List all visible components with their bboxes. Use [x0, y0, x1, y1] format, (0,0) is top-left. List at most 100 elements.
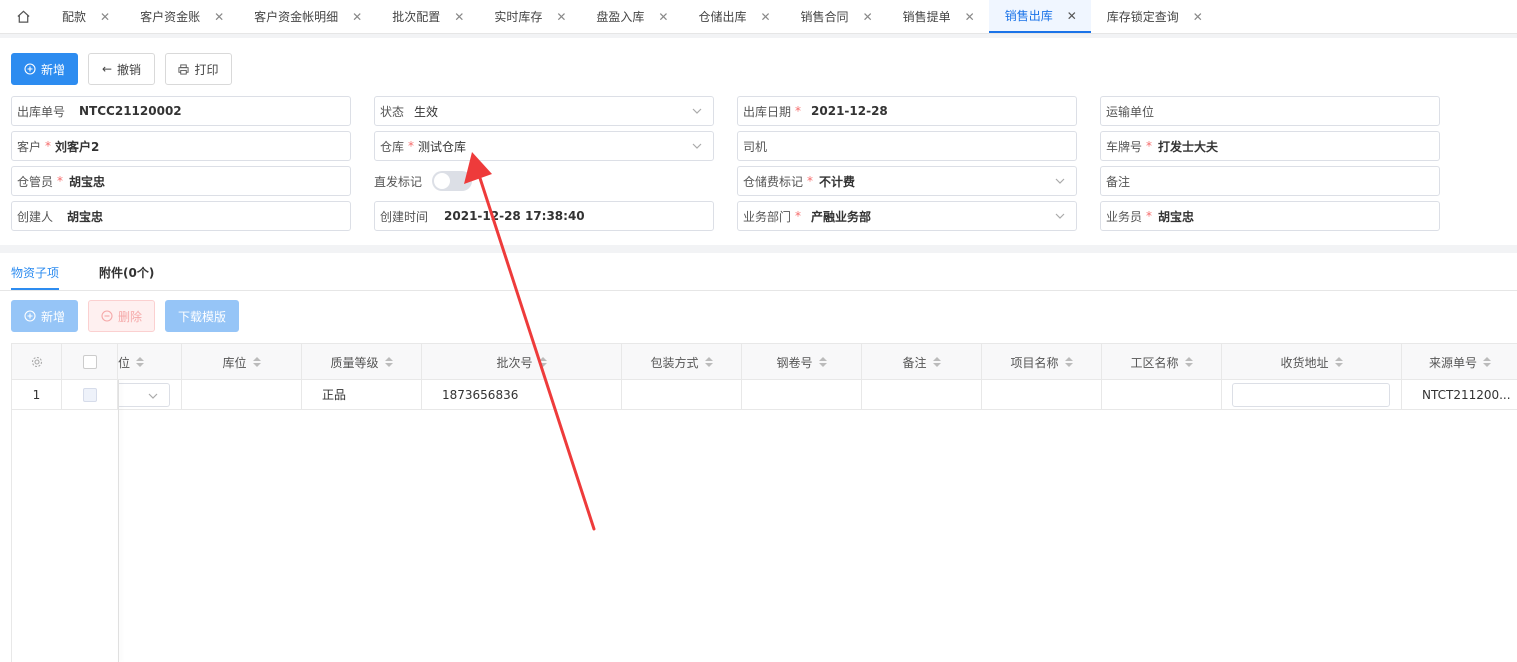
tab-sales-out[interactable]: 销售出库 ✕: [988, 0, 1091, 33]
close-icon[interactable]: ✕: [1067, 9, 1077, 23]
column-batch[interactable]: 批次号: [422, 344, 622, 380]
direct-flag-label: 直发标记: [374, 174, 423, 189]
row-select[interactable]: [62, 380, 118, 409]
sort-icon[interactable]: [1184, 357, 1193, 367]
tab-storage-out[interactable]: 仓储出库 ✕: [682, 0, 784, 33]
required-mark: *: [807, 174, 814, 188]
column-packaging[interactable]: 包装方式: [622, 344, 742, 380]
close-icon[interactable]: ✕: [658, 10, 668, 24]
close-icon[interactable]: ✕: [454, 10, 464, 24]
tab-customer-fund-detail[interactable]: 客户资金帐明细 ✕: [238, 0, 376, 33]
sort-icon[interactable]: [252, 357, 261, 367]
tab-sales-lading[interactable]: 销售提单 ✕: [887, 0, 989, 33]
sort-icon[interactable]: [384, 357, 393, 367]
column-project[interactable]: 项目名称: [982, 344, 1102, 380]
column-settings[interactable]: [12, 344, 62, 380]
tab-attachments[interactable]: 附件(0个): [99, 264, 154, 281]
column-quality[interactable]: 质量等级: [302, 344, 422, 380]
created-time-field[interactable]: 创建时间 2021-12-28 17:38:40: [374, 201, 714, 231]
tab-label: 销售提单: [902, 10, 951, 24]
column-source-no[interactable]: 来源单号: [1402, 344, 1517, 380]
add-button[interactable]: 新增: [11, 53, 78, 85]
transport-unit-field[interactable]: 运输单位: [1100, 96, 1440, 126]
row-checkbox[interactable]: [82, 387, 97, 402]
unit-cell[interactable]: [118, 380, 182, 409]
close-icon[interactable]: ✕: [863, 10, 873, 24]
tab-sales-contract[interactable]: 销售合同 ✕: [785, 0, 887, 33]
location-cell[interactable]: [182, 380, 302, 409]
coil-no-cell[interactable]: [742, 380, 862, 409]
plate-field[interactable]: 车牌号 * 打发士大夫: [1100, 131, 1440, 161]
dept-select[interactable]: 业务部门 * 产融业务部: [737, 201, 1077, 231]
tab-inventory-gain[interactable]: 盘盈入库 ✕: [580, 0, 682, 33]
column-location[interactable]: 库位: [182, 344, 302, 380]
tab-stock-lock-query[interactable]: 库存锁定查询 ✕: [1091, 0, 1217, 33]
sort-icon[interactable]: [1483, 357, 1491, 367]
driver-field[interactable]: 司机: [737, 131, 1077, 161]
unit-select[interactable]: [118, 382, 170, 407]
close-icon[interactable]: ✕: [214, 10, 224, 24]
remark-field[interactable]: 备注: [1100, 166, 1440, 196]
tab-items[interactable]: 物资子项: [11, 264, 59, 281]
sort-icon[interactable]: [136, 357, 145, 367]
column-coil-no[interactable]: 钢卷号: [742, 344, 862, 380]
tab-label: 客户资金帐明细: [254, 10, 339, 24]
item-add-button[interactable]: 新增: [11, 300, 78, 332]
close-icon[interactable]: ✕: [760, 10, 770, 24]
direct-flag-switch[interactable]: [432, 171, 473, 191]
select-all-checkbox[interactable]: [82, 355, 97, 369]
direct-flag-field: 直发标记: [374, 166, 473, 196]
creator-field[interactable]: 创建人 胡宝忠: [11, 201, 351, 231]
status-select[interactable]: 状态 生效: [374, 96, 714, 126]
column-work-area[interactable]: 工区名称: [1102, 344, 1222, 380]
close-icon[interactable]: ✕: [100, 10, 110, 24]
close-icon[interactable]: ✕: [556, 10, 566, 24]
out-no-field[interactable]: 出库单号 NTCC21120002: [11, 96, 351, 126]
sort-icon[interactable]: [932, 357, 941, 367]
warehouse-select[interactable]: 仓库 * 测试仓库: [374, 131, 714, 161]
storage-fee-select[interactable]: 仓储费标记 * 不计费: [737, 166, 1077, 196]
tab-customer-fund[interactable]: 客户资金账 ✕: [124, 0, 238, 33]
tab-realtime-stock[interactable]: 实时库存 ✕: [478, 0, 580, 33]
salesman-field[interactable]: 业务员 * 胡宝忠: [1100, 201, 1440, 231]
warehouse-label: 仓库: [380, 139, 405, 154]
address-input[interactable]: [1232, 382, 1390, 407]
remark-cell[interactable]: [862, 380, 982, 409]
required-mark: *: [408, 139, 415, 153]
item-delete-button[interactable]: 删除: [88, 300, 155, 332]
tab-label: 客户资金账: [140, 10, 201, 24]
close-icon[interactable]: ✕: [965, 10, 975, 24]
sort-icon[interactable]: [704, 357, 713, 367]
sort-icon[interactable]: [818, 357, 827, 367]
tab-peikuan[interactable]: 配款 ✕: [46, 0, 124, 33]
quality-cell: 正品: [302, 380, 422, 409]
project-cell[interactable]: [982, 380, 1102, 409]
close-icon[interactable]: ✕: [352, 10, 362, 24]
out-date-label: 出库日期: [743, 104, 792, 119]
print-button-label: 打印: [194, 62, 219, 77]
column-unit[interactable]: 单位: [118, 344, 182, 380]
download-template-button[interactable]: 下载模版: [165, 300, 239, 332]
out-date-field[interactable]: 出库日期 * 2021-12-28: [737, 96, 1077, 126]
column-address[interactable]: 收货地址: [1222, 344, 1402, 380]
sort-icon[interactable]: [1064, 357, 1073, 367]
home-tab[interactable]: [0, 0, 46, 33]
keeper-field[interactable]: 仓管员 * 胡宝忠: [11, 166, 351, 196]
column-remark[interactable]: 备注: [862, 344, 982, 380]
close-icon[interactable]: ✕: [1193, 10, 1203, 24]
address-cell[interactable]: [1222, 380, 1402, 409]
work-area-cell[interactable]: [1102, 380, 1222, 409]
sort-icon[interactable]: [1334, 357, 1343, 367]
column-label: 批次号: [496, 355, 533, 370]
select-all[interactable]: [62, 344, 118, 380]
customer-field[interactable]: 客户 * 刘客户2: [11, 131, 351, 161]
packaging-cell[interactable]: [622, 380, 742, 409]
creator-value: 胡宝忠: [67, 209, 104, 224]
tab-bar: 配款 ✕ 客户资金账 ✕ 客户资金帐明细 ✕ 批次配置 ✕ 实时库存 ✕ 盘盈入库 ✕ 仓储…: [0, 0, 1517, 34]
revoke-button[interactable]: ← 撤销: [88, 53, 155, 85]
print-button[interactable]: 打印: [165, 53, 232, 85]
tab-label: 批次配置: [392, 10, 441, 24]
sort-icon[interactable]: [538, 357, 547, 367]
tab-batch-config[interactable]: 批次配置 ✕: [376, 0, 478, 33]
table-row[interactable]: 1 正品 1873656836 NTCT211200...: [12, 380, 1517, 410]
